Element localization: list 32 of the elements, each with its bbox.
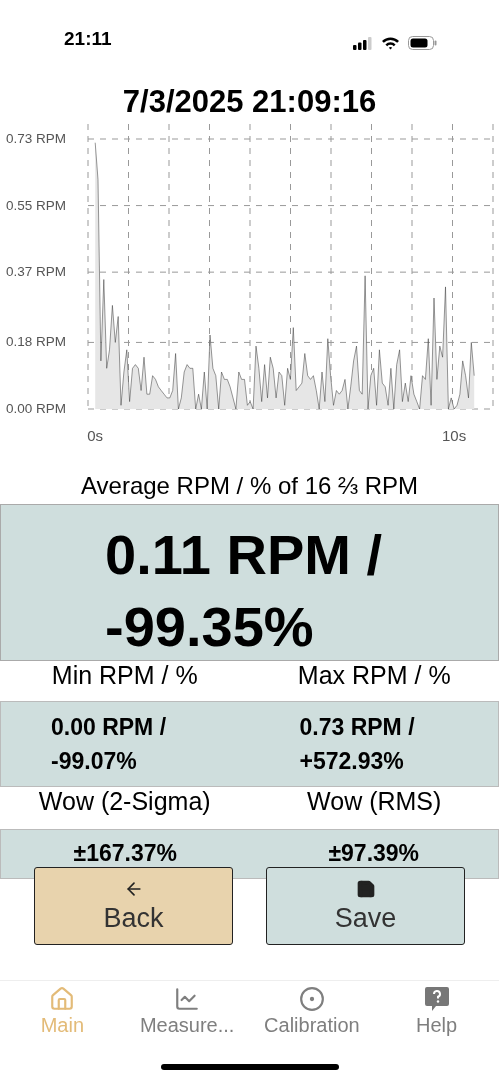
axis-label: 0.37 RPM — [6, 264, 67, 280]
wow-label: Wow (RMS) — [306, 787, 443, 815]
signal-icon — [353, 36, 373, 50]
save-icon — [355, 878, 376, 899]
axis-label: 10s — [442, 427, 467, 444]
axis-label: 0.18 RPM — [6, 334, 67, 350]
status-time: 21:11 — [64, 28, 112, 50]
stat-label: Min RPM / % — [50, 661, 199, 689]
wow-value: ±97.39% — [328, 840, 420, 866]
axis-label: 0.00 RPM — [6, 401, 67, 416]
stat-value: 0.00 RPM / -99.07% — [51, 713, 168, 776]
stat-value: 0.73 RPM / +572.93% — [299, 713, 416, 776]
save-button[interactable]: Save — [266, 867, 465, 945]
average-value: 0.11 RPM / -99.35% — [105, 522, 384, 660]
tab[interactable]: Measure... — [124, 986, 250, 1040]
battery-icon — [408, 36, 437, 50]
line-chart-icon — [174, 986, 201, 1012]
target-icon — [298, 986, 325, 1012]
wifi-icon — [381, 36, 400, 50]
average-label: Average RPM / % of 16 ⅔ RPM — [80, 472, 419, 500]
wow-value: ±167.37% — [73, 840, 177, 866]
wow-label: Wow (2-Sigma) — [37, 787, 212, 815]
page-title: 7/3/2025 21:09:16 — [121, 84, 378, 120]
tab[interactable]: Calibration — [249, 986, 375, 1040]
stat-label: Max RPM / % — [296, 661, 452, 689]
axis-label: 0.73 RPM — [6, 131, 67, 146]
tab[interactable]: Help — [374, 986, 499, 1040]
home-icon — [49, 986, 76, 1012]
back-button[interactable]: Back — [34, 867, 233, 945]
axis-label: 0s — [87, 427, 104, 444]
help-icon — [423, 986, 450, 1012]
axis-label: 0.55 RPM — [6, 197, 67, 213]
